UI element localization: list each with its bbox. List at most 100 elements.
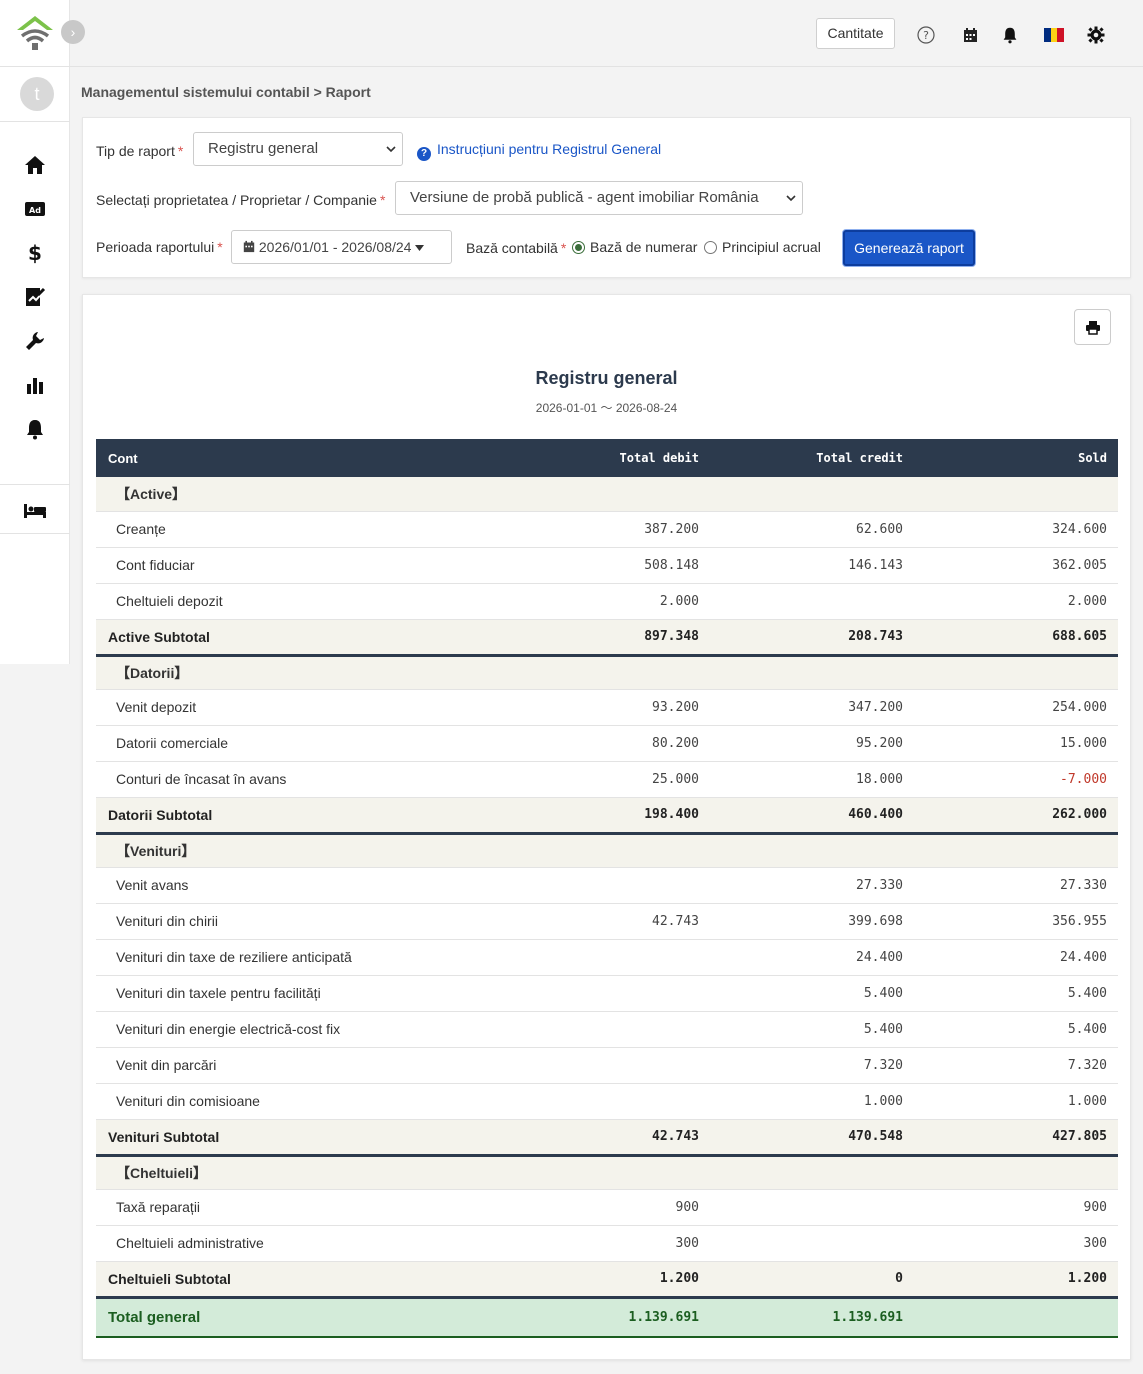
account-name: Conturi de încasat în avans	[96, 761, 506, 798]
section-header-row: 【Venituri】	[96, 833, 1118, 868]
subtotal-label: Active Subtotal	[96, 619, 506, 657]
table-row: Cont fiduciar 508.148 146.143 362.005	[96, 547, 1118, 584]
breadcrumb: Managementul sistemului contabil > Rapor…	[81, 84, 371, 100]
table-row: Cheltuieli administrative 300 300	[96, 1225, 1118, 1262]
romania-flag-icon[interactable]	[1043, 24, 1065, 46]
column-header-credit: Total credit	[710, 439, 914, 477]
debit-value	[506, 1083, 710, 1120]
bell-icon[interactable]	[22, 416, 48, 442]
basis-cash-radio[interactable]: Bază de numerar	[572, 239, 697, 255]
credit-value: 347.200	[710, 689, 914, 726]
debit-value: 42.743	[506, 903, 710, 940]
account-name: Cheltuieli depozit	[96, 583, 506, 620]
debit-value: 508.148	[506, 547, 710, 584]
subtotal-balance: 427.805	[914, 1119, 1118, 1157]
property-select[interactable]: Versiune de probă publică - agent imobil…	[395, 181, 803, 215]
notification-bell-icon[interactable]	[999, 24, 1021, 46]
home-icon[interactable]	[22, 152, 48, 178]
account-name: Venit avans	[96, 867, 506, 904]
date-range-picker[interactable]: 2026/01/01 - 2026/08/24	[231, 230, 452, 264]
balance-value: 7.320	[914, 1047, 1118, 1084]
table-row: Venituri din chirii 42.743 399.698 356.955	[96, 903, 1118, 940]
balance-value: 27.330	[914, 867, 1118, 904]
debit-value: 900	[506, 1189, 710, 1226]
credit-value: 62.600	[710, 511, 914, 548]
balance-value: 254.000	[914, 689, 1118, 726]
report-filter-panel: Tip de raport * Registru general ? Instruc…	[82, 117, 1131, 278]
instructions-link[interactable]: ? Instrucțiuni pentru Registrul General	[417, 141, 661, 161]
credit-value: 5.400	[710, 975, 914, 1012]
svg-text:$: $	[28, 242, 42, 264]
report-date-range: 2026-01-01 〜 2026-08-24	[535, 401, 678, 415]
credit-value: 18.000	[710, 761, 914, 798]
section-title: 【Venituri】	[96, 833, 1118, 868]
table-row: Venituri din taxele pentru facilități 5.4…	[96, 975, 1118, 1012]
debit-value	[506, 1011, 710, 1048]
subtotal-debit: 1.200	[506, 1261, 710, 1299]
subtotal-row: Venituri Subtotal 42.743 470.548 427.805	[96, 1119, 1118, 1157]
credit-value: 95.200	[710, 725, 914, 762]
sidebar: t Ad $	[0, 0, 70, 664]
debit-value: 25.000	[506, 761, 710, 798]
table-header-row: Cont Total debit Total credit Sold	[96, 439, 1118, 477]
radio-selected-icon[interactable]	[572, 241, 585, 254]
subtotal-row: Datorii Subtotal 198.400 460.400 262.000	[96, 797, 1118, 835]
table-row: Venituri din energie electrică-cost fix 5…	[96, 1011, 1118, 1048]
section-title: 【Datorii】	[96, 655, 1118, 690]
credit-value: 146.143	[710, 547, 914, 584]
balance-value: 2.000	[914, 583, 1118, 620]
subtotal-credit: 470.548	[710, 1119, 914, 1157]
caret-down-icon	[415, 245, 425, 251]
bed-icon[interactable]	[22, 498, 48, 524]
debit-value: 2.000	[506, 583, 710, 620]
credit-value: 1.000	[710, 1083, 914, 1120]
table-row: Taxă reparații 900 900	[96, 1189, 1118, 1226]
account-name: Taxă reparații	[96, 1189, 506, 1226]
help-icon[interactable]: ?	[915, 24, 937, 46]
sidebar-divider	[0, 484, 70, 485]
grand-total-credit: 1.139.691	[710, 1297, 914, 1338]
quantity-button[interactable]: Cantitate	[816, 18, 895, 49]
balance-value: 1.000	[914, 1083, 1118, 1120]
credit-value: 7.320	[710, 1047, 914, 1084]
debit-value	[506, 975, 710, 1012]
avatar[interactable]: t	[20, 77, 54, 111]
credit-value	[710, 1225, 914, 1262]
gear-icon[interactable]	[1085, 24, 1107, 46]
print-button[interactable]	[1074, 309, 1111, 345]
credit-value: 399.698	[710, 903, 914, 940]
balance-value: 24.400	[914, 939, 1118, 976]
column-header-debit: Total debit	[506, 439, 710, 477]
ad-icon[interactable]: Ad	[22, 196, 48, 222]
section-title: 【Active】	[96, 477, 1118, 512]
wrench-icon[interactable]	[22, 328, 48, 354]
subtotal-credit: 0	[710, 1261, 914, 1299]
calendar-icon[interactable]	[959, 24, 981, 46]
table-row: Venit din parcări 7.320 7.320	[96, 1047, 1118, 1084]
grand-total-label: Total general	[96, 1297, 506, 1338]
table-row: Creanțe 387.200 62.600 324.600	[96, 511, 1118, 548]
generate-report-button[interactable]: Generează raport	[843, 230, 975, 266]
table-row: Cheltuieli depozit 2.000 2.000	[96, 583, 1118, 620]
basis-label: Bază contabilă *	[466, 240, 567, 256]
dollar-icon[interactable]: $	[22, 240, 48, 266]
logo-icon[interactable]	[14, 14, 56, 52]
section-header-row: 【Datorii】	[96, 655, 1118, 690]
debit-value: 80.200	[506, 725, 710, 762]
ledger-table: Cont Total debit Total credit Sold 【Acti…	[96, 439, 1118, 1338]
chevron-down-icon	[786, 195, 796, 202]
basis-accrual-radio[interactable]: Principiul acrual	[704, 239, 821, 255]
account-name: Venit depozit	[96, 689, 506, 726]
account-name: Venituri din taxele pentru facilități	[96, 975, 506, 1012]
signature-icon[interactable]	[22, 284, 48, 310]
balance-value: -7.000	[914, 761, 1118, 798]
column-header-balance: Sold	[914, 439, 1118, 477]
radio-icon[interactable]	[704, 241, 717, 254]
credit-value: 27.330	[710, 867, 914, 904]
account-name: Venituri din chirii	[96, 903, 506, 940]
subtotal-debit: 42.743	[506, 1119, 710, 1157]
bar-chart-icon[interactable]	[22, 372, 48, 398]
sidebar-toggle-chevron-icon[interactable]: ›	[61, 20, 85, 44]
grand-total-row: Total general 1.139.691 1.139.691	[96, 1297, 1118, 1338]
report-type-select[interactable]: Registru general	[193, 132, 403, 166]
